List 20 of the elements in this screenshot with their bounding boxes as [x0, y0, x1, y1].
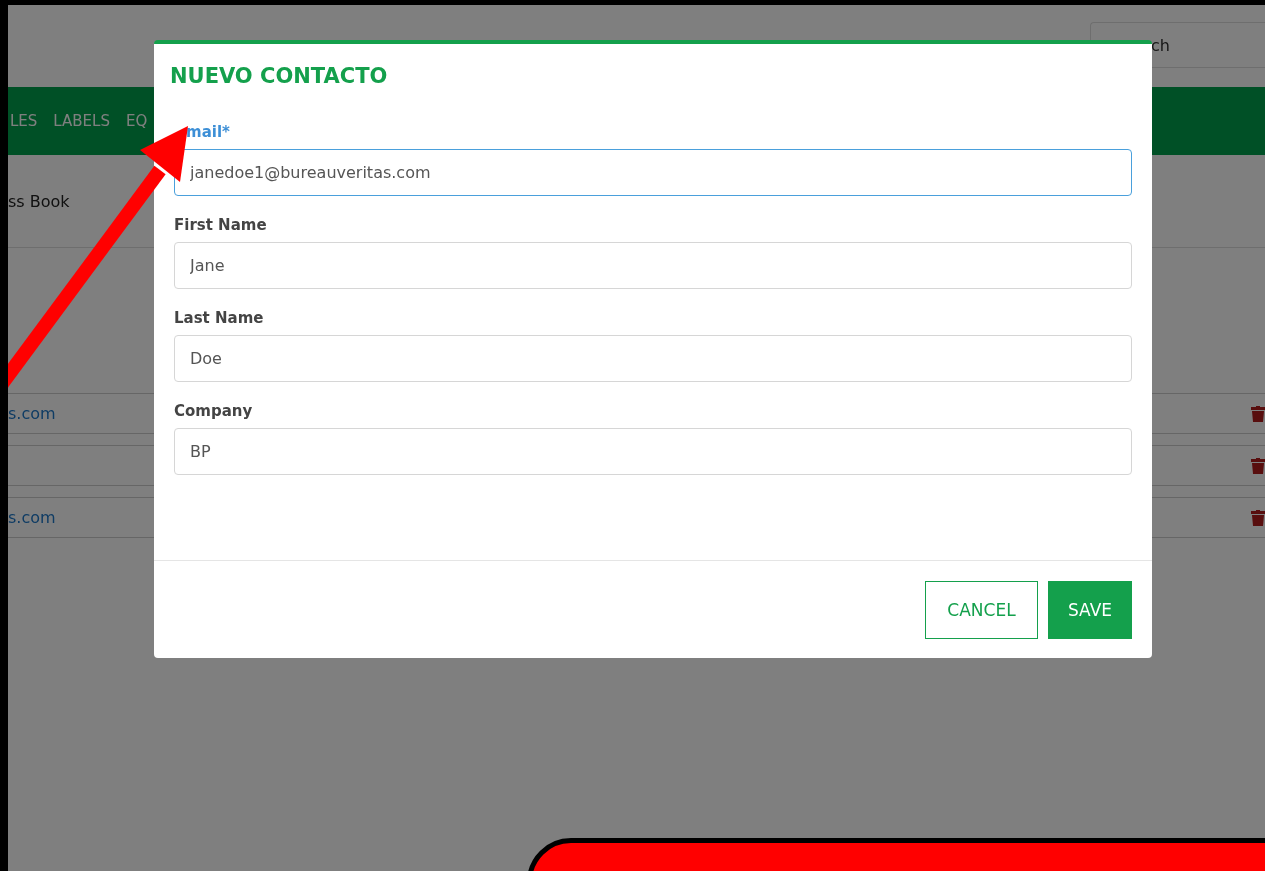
- input-field[interactable]: Jane: [174, 242, 1132, 289]
- email-link[interactable]: s.com: [8, 508, 56, 527]
- field-label: First Name: [174, 216, 267, 233]
- dialog-title: NUEVO CONTACTO: [169, 63, 389, 90]
- cancel-button[interactable]: CANCEL: [925, 581, 1038, 639]
- breadcrumb-text: ss Book: [8, 191, 70, 211]
- field-label: Company: [174, 402, 253, 419]
- nav-link[interactable]: LABELS: [53, 112, 110, 130]
- input-field[interactable]: Doe: [174, 335, 1132, 382]
- input-field[interactable]: BP: [174, 428, 1132, 475]
- save-button[interactable]: SAVE: [1048, 581, 1132, 639]
- nav-link[interactable]: LES: [10, 112, 38, 130]
- field-label: Last Name: [174, 309, 264, 326]
- trash-icon[interactable]: [1251, 405, 1265, 422]
- field-label: mail*: [186, 123, 230, 140]
- nav-link[interactable]: EQ: [125, 112, 148, 130]
- email-link[interactable]: s.com: [8, 404, 56, 423]
- input-field[interactable]: janedoe1@bureauveritas.com: [174, 149, 1132, 196]
- trash-icon[interactable]: [1251, 457, 1265, 474]
- trash-icon[interactable]: [1251, 509, 1265, 526]
